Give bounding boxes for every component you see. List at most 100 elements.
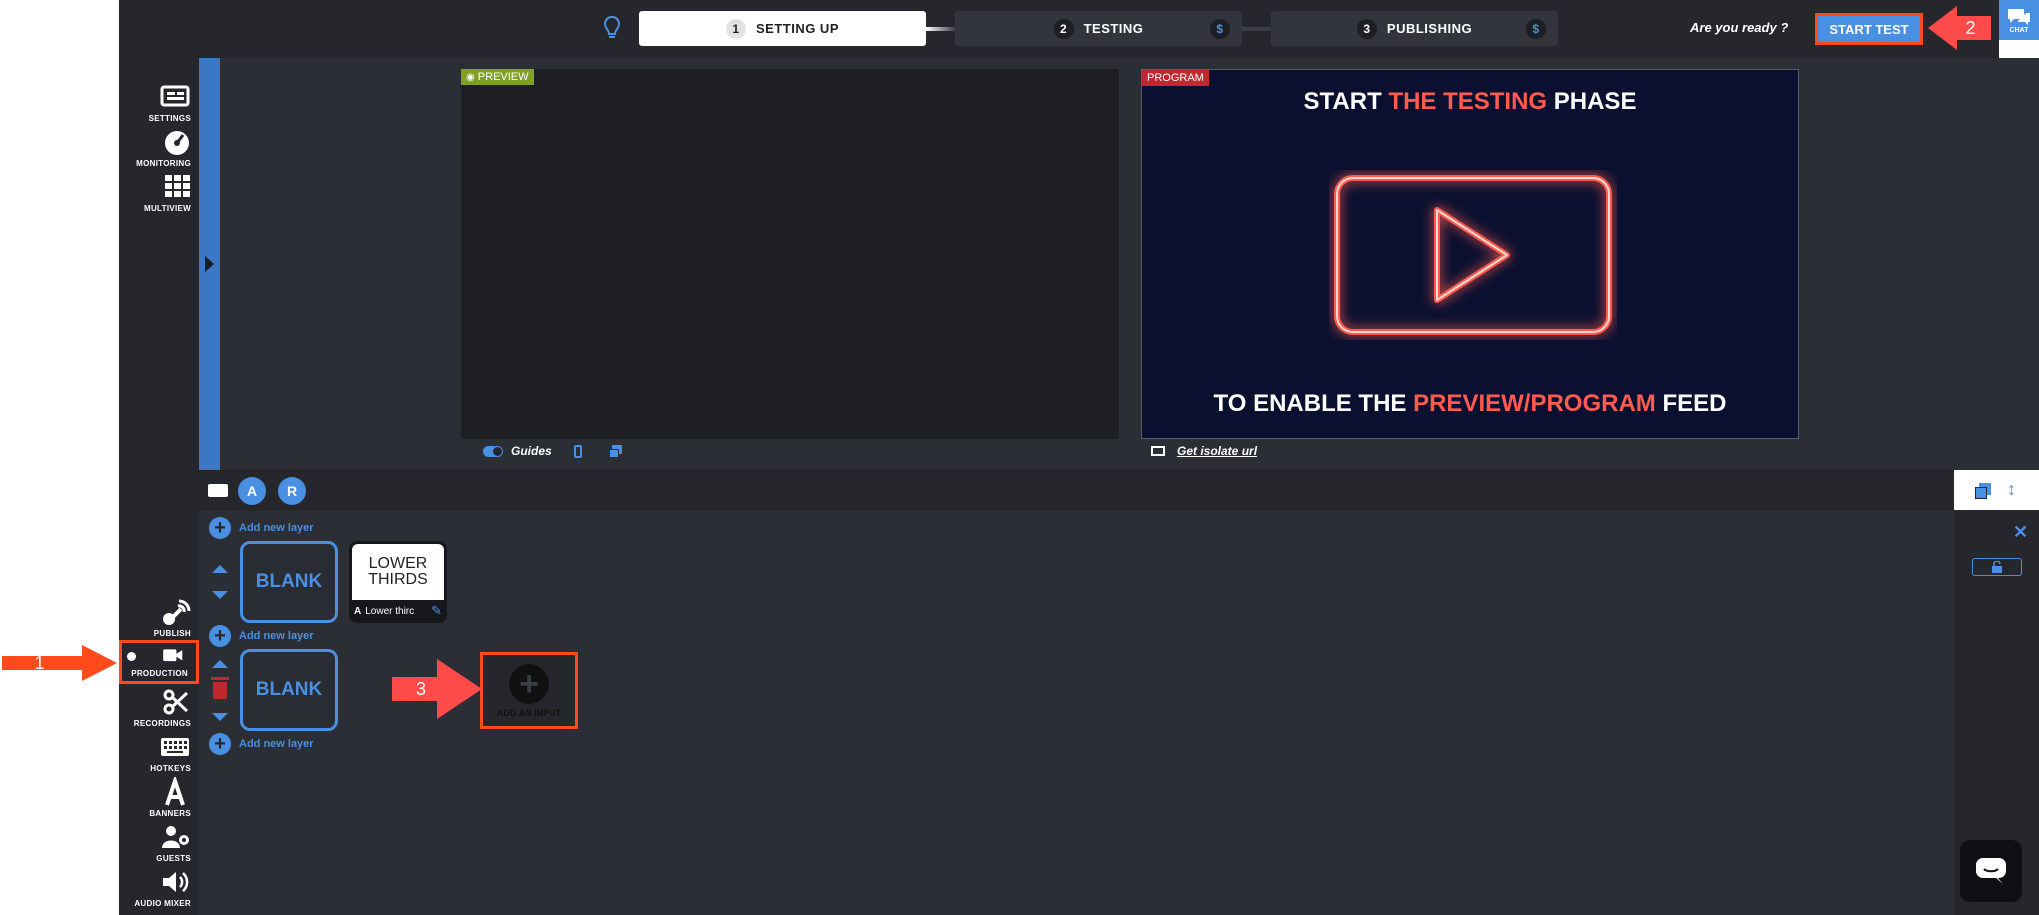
headline-text: START	[1303, 88, 1389, 115]
lock-button[interactable]	[1972, 558, 2022, 576]
annotation-arrow-2: 2	[1927, 4, 1992, 52]
sidebar-item-audio-mixer[interactable]: AUDIO MIXER	[119, 867, 199, 908]
move-layer-up-icon[interactable]	[212, 565, 228, 573]
grid-icon	[165, 175, 190, 197]
guests-icon	[162, 826, 189, 848]
program-subheadline: TO ENABLE THE PREVIEW/PROGRAM FEED	[1142, 390, 1798, 418]
chat-icon	[2008, 8, 2030, 25]
add-layer-button[interactable]: + Add new layer	[209, 733, 314, 755]
close-icon[interactable]: ✕	[2013, 522, 2028, 543]
isolate-url-link[interactable]: Get isolate url	[1177, 444, 1257, 458]
eye-icon: ◉	[466, 72, 475, 83]
program-tag: PROGRAM	[1142, 70, 1209, 86]
broadcast-icon	[163, 599, 191, 625]
step-setting-up[interactable]: 1 SETTING UP	[639, 11, 926, 46]
layer-1-blank-card[interactable]: BLANK	[240, 541, 338, 623]
sidebar-label: MONITORING	[136, 159, 191, 168]
annotation-arrow-3: 3	[391, 657, 483, 721]
scissors-icon	[163, 689, 189, 715]
stage-area: ◉ PREVIEW PROGRAM START THE TESTING PHAS…	[199, 58, 2039, 470]
edit-pencil-icon[interactable]: ✎	[431, 603, 442, 619]
resize-vertical-icon[interactable]: ↕	[2007, 479, 2016, 500]
layer-2-blank-card[interactable]: BLANK	[240, 649, 338, 731]
sidebar-label: BANNERS	[149, 809, 191, 818]
mode-a-button[interactable]: A	[238, 477, 266, 505]
guides-toggle[interactable]	[483, 445, 503, 457]
layers-icon[interactable]	[608, 444, 622, 458]
keyboard-icon[interactable]	[208, 484, 228, 497]
headline-highlight: PREVIEW/PROGRAM	[1413, 390, 1656, 417]
collapse-panel-toggle[interactable]	[199, 58, 220, 470]
add-input-label: ADD AN INPUT	[496, 707, 562, 718]
keyboard-icon	[161, 738, 189, 756]
play-icon	[1334, 175, 1612, 335]
sidebar-label: PRODUCTION	[131, 669, 188, 678]
program-monitor[interactable]: PROGRAM START THE TESTING PHASE TO ENABL…	[1141, 69, 1799, 439]
sidebar-item-monitoring[interactable]: MONITORING	[119, 127, 199, 168]
sidebar-label: MULTIVIEW	[144, 204, 191, 213]
move-layer-up-icon[interactable]	[212, 660, 228, 668]
production-toolbar: A R ↕	[199, 471, 2016, 511]
gauge-icon	[165, 131, 189, 155]
monitor-icon	[1151, 446, 1165, 456]
sidebar-label: PUBLISH	[153, 629, 191, 638]
preview-monitor[interactable]: ◉ PREVIEW	[461, 69, 1119, 439]
step-number: 2	[1053, 18, 1074, 39]
plus-icon: +	[209, 625, 231, 647]
sidebar-item-production[interactable]: PRODUCTION	[119, 640, 199, 684]
sidebar-item-publish[interactable]: PUBLISH	[119, 597, 199, 638]
headline-text: TO ENABLE THE	[1213, 390, 1414, 417]
help-chat-bubble[interactable]	[1960, 840, 2022, 902]
headline-highlight: THE TESTING	[1388, 88, 1548, 115]
lightbulb-icon[interactable]	[603, 15, 621, 46]
headline-text: PHASE	[1547, 88, 1637, 115]
price-badge: $	[1526, 19, 1546, 39]
sidebar-item-multiview[interactable]: MULTIVIEW	[119, 172, 199, 213]
preview-tag-label: PREVIEW	[477, 71, 529, 83]
chat-button[interactable]: CHAT	[1999, 0, 2039, 40]
program-toolbar: Get isolate url	[1151, 444, 1257, 458]
lower-thirds-card[interactable]: LOWER THIRDS A Lower thirc ✎	[349, 541, 447, 623]
step-testing[interactable]: 2 TESTING $	[955, 11, 1242, 46]
plus-icon: +	[209, 733, 231, 755]
sidebar-item-guests[interactable]: GUESTS	[119, 822, 199, 863]
lower-thirds-caption: Lower thirc	[365, 605, 415, 617]
step-publishing[interactable]: 3 PUBLISHING $	[1271, 11, 1558, 46]
step-connector	[1242, 27, 1271, 31]
move-layer-down-icon[interactable]	[212, 713, 228, 721]
plus-icon: +	[509, 663, 549, 704]
annotation-number: 3	[415, 678, 426, 699]
lower-thirds-title: LOWER THIRDS	[352, 544, 444, 600]
preview-tag: ◉ PREVIEW	[461, 69, 534, 85]
copy-icon[interactable]	[1975, 483, 1991, 499]
sidebar-item-recordings[interactable]: RECORDINGS	[119, 687, 199, 728]
step-label: TESTING	[1083, 21, 1144, 36]
add-layer-label: Add new layer	[239, 522, 314, 534]
mobile-icon[interactable]	[573, 444, 582, 458]
lock-icon	[1992, 561, 2002, 573]
move-layer-down-icon[interactable]	[212, 591, 228, 599]
annotation-number: 2	[1965, 17, 1976, 38]
sidebar-item-settings[interactable]: SETTINGS	[119, 82, 199, 123]
sidebar-item-banners[interactable]: BANNERS	[119, 777, 199, 818]
preview-toolbar: Guides	[483, 444, 622, 458]
add-input-button[interactable]: + ADD AN INPUT	[480, 652, 578, 729]
headline-text: FEED	[1655, 390, 1727, 417]
step-label: SETTING UP	[755, 21, 839, 36]
start-test-button[interactable]: START TEST	[1815, 13, 1923, 45]
annotation-arrow-1: 1	[0, 643, 119, 683]
settings-icon	[160, 85, 190, 107]
add-layer-label: Add new layer	[239, 738, 314, 750]
trash-icon[interactable]	[211, 677, 229, 699]
add-layer-button[interactable]: + Add new layer	[209, 625, 314, 647]
app-window: SETTINGS MONITORING MULTIVIEW PUBLISH PR…	[0, 0, 2039, 915]
program-headline: START THE TESTING PHASE	[1142, 88, 1798, 116]
sidebar-item-hotkeys[interactable]: HOTKEYS	[119, 732, 199, 773]
chat-label: CHAT	[2009, 26, 2029, 34]
sidebar-label: RECORDINGS	[133, 719, 191, 728]
mode-r-button[interactable]: R	[278, 477, 306, 505]
step-label: PUBLISHING	[1386, 21, 1473, 36]
sidebar-label: GUESTS	[156, 854, 191, 863]
add-layer-button[interactable]: + Add new layer	[209, 517, 314, 539]
ready-prompt: Are you ready ?	[1690, 20, 1789, 35]
